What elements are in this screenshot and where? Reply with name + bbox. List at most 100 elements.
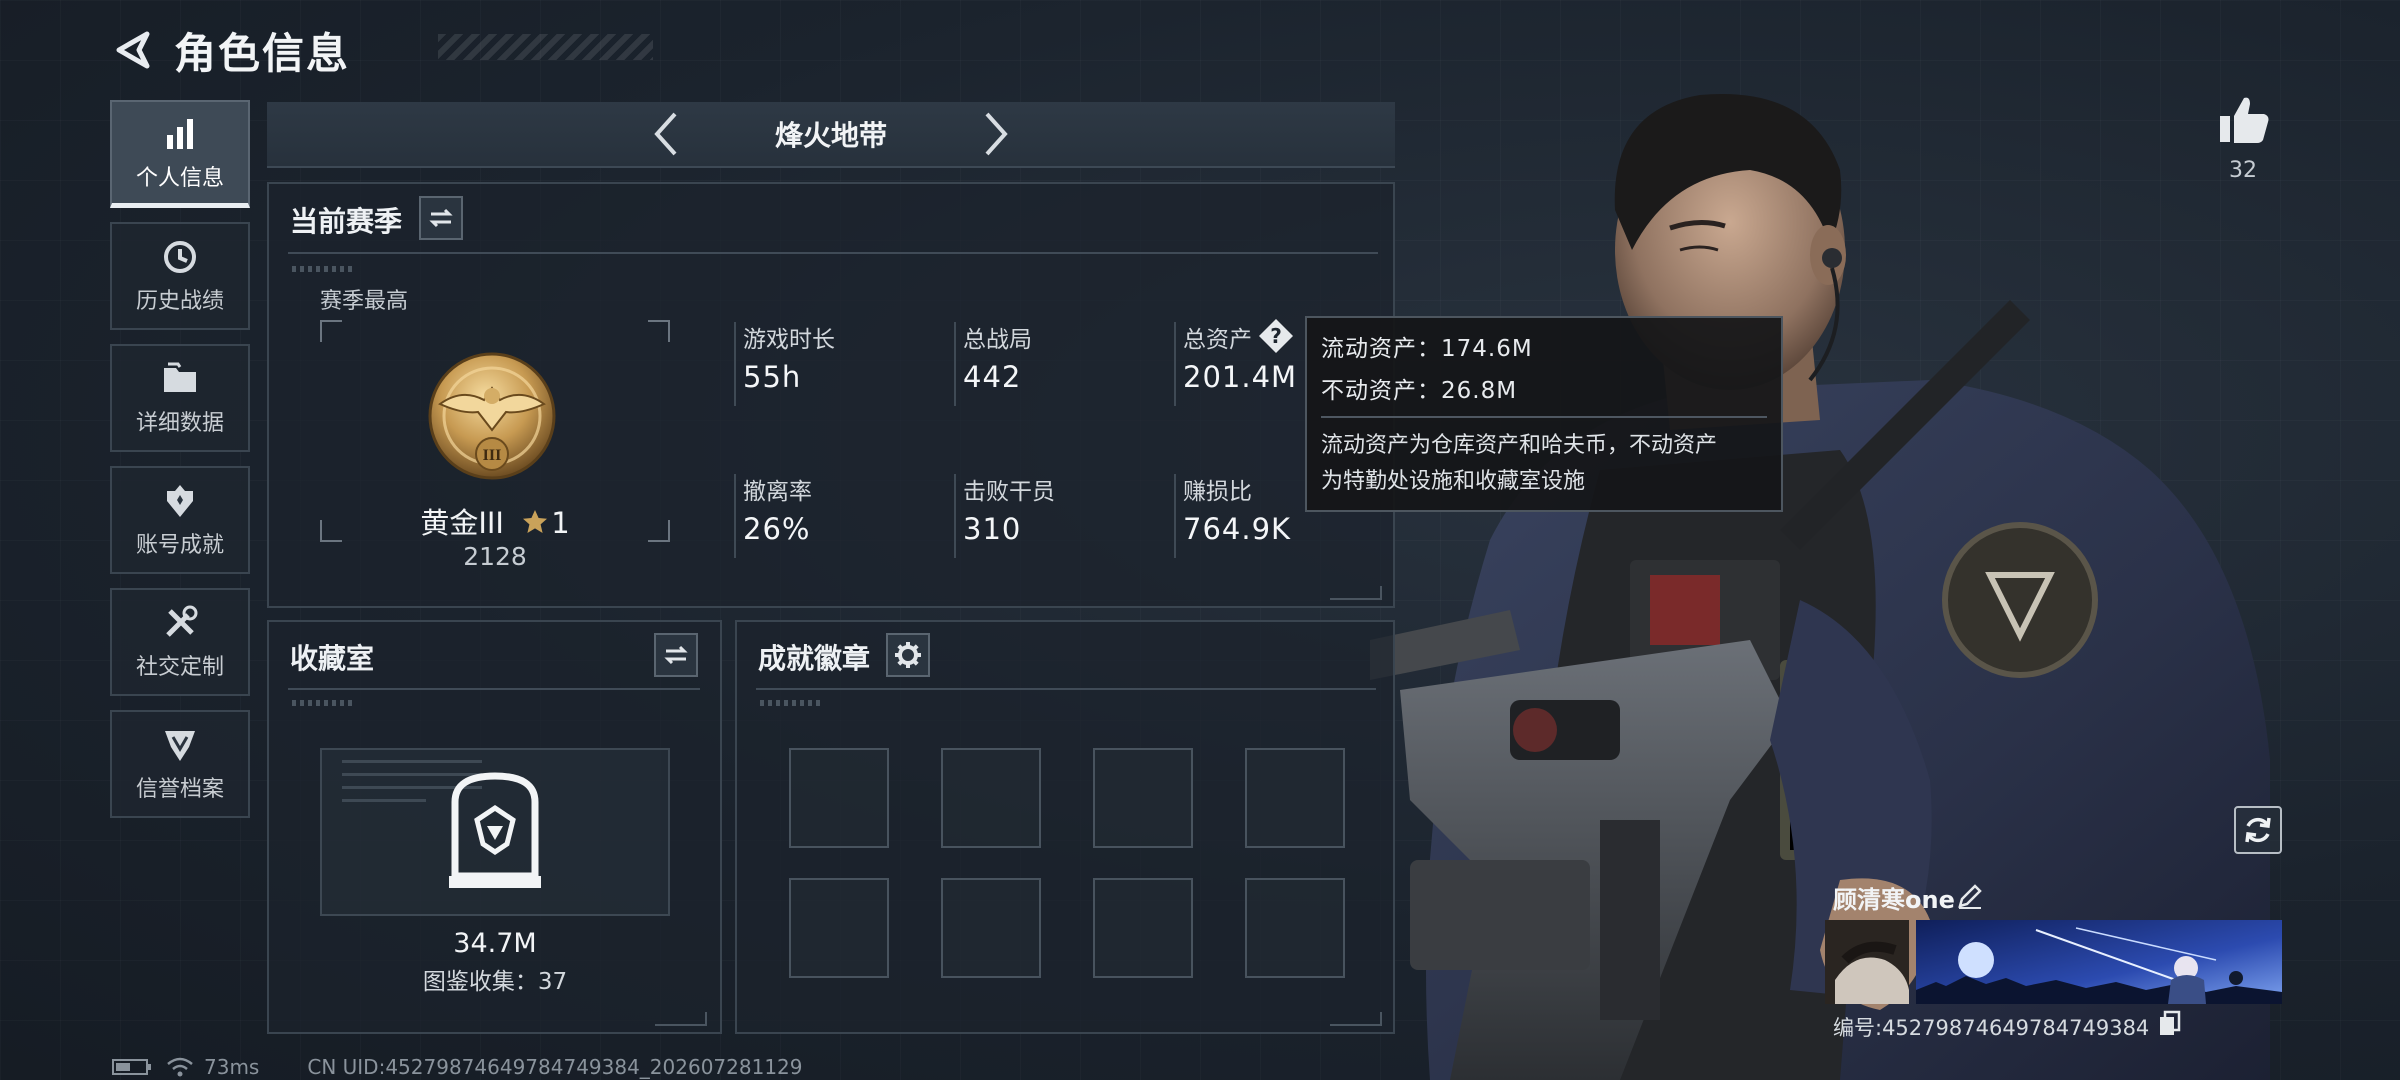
achievement-icon: [160, 481, 200, 521]
copy-icon: [2160, 1010, 2181, 1035]
sidebar-label: 社交定制: [135, 655, 224, 680]
rank-stars: 1: [551, 506, 570, 540]
folder-icon: [160, 359, 200, 399]
decoration: [655, 1012, 707, 1026]
pencil-icon: [1958, 884, 1982, 909]
sidebar-item-details[interactable]: 详细数据: [110, 344, 250, 452]
tooltip-liquid-assets: 流动资产：174.6M: [1321, 336, 1533, 362]
stat-value: 764.9K: [1183, 512, 1292, 546]
like-count: 32: [2229, 158, 2257, 183]
mode-next-button[interactable]: [971, 104, 1021, 164]
sidebar-item-achievements[interactable]: 账号成就: [110, 466, 250, 574]
display-case-icon: [449, 772, 541, 888]
divider: [1174, 474, 1176, 558]
history-icon: [160, 237, 200, 277]
divider: [1321, 416, 1767, 418]
stat-value: 310: [963, 512, 1022, 546]
stat-value: 26%: [743, 512, 811, 546]
sidebar-item-reputation[interactable]: 信誉档案: [110, 710, 250, 818]
mode-prev-button[interactable]: [641, 104, 691, 164]
badge-slot[interactable]: [1245, 878, 1345, 978]
collection-catalog: 图鉴收集：37: [422, 969, 568, 995]
badge-slot[interactable]: [789, 878, 889, 978]
collection-display[interactable]: [320, 748, 670, 916]
sidebar-item-social[interactable]: 社交定制: [110, 588, 250, 696]
badge-slot[interactable]: [1093, 878, 1193, 978]
sidebar-item-history[interactable]: 历史战绩: [110, 222, 250, 330]
badge-slot[interactable]: [1093, 748, 1193, 848]
back-arrow-icon: [116, 31, 150, 69]
divider: [288, 688, 700, 690]
decoration: [760, 700, 820, 706]
divider: [954, 322, 956, 406]
refresh-icon: [2245, 817, 2271, 843]
copy-id-button[interactable]: [2157, 1010, 2183, 1036]
badge-slot[interactable]: [1245, 748, 1345, 848]
tooltip-description-line: 为特勤处设施和收藏室设施: [1321, 469, 1586, 494]
character-model[interactable]: [1370, 0, 2300, 1080]
divider: [756, 688, 1376, 690]
stat-label: 总战局: [963, 327, 1032, 353]
collection-switch-button[interactable]: [654, 633, 698, 677]
decoration: [292, 700, 352, 706]
stat-value: 201.4M: [1183, 360, 1298, 394]
battery-icon: [112, 1059, 151, 1075]
stat-label: 游戏时长: [743, 327, 835, 353]
divider: [954, 474, 956, 558]
sidebar-label: 账号成就: [135, 533, 224, 558]
badges-settings-button[interactable]: [886, 633, 930, 677]
like-button[interactable]: [2216, 92, 2272, 148]
rank-score: 2128: [463, 542, 527, 571]
badge-slot[interactable]: [789, 748, 889, 848]
chevron-left-icon: [654, 112, 677, 156]
rank-name: 黄金III: [420, 506, 504, 540]
rotate-model-button[interactable]: [2234, 806, 2282, 854]
stat-label: 击败干员: [963, 479, 1055, 505]
player-id: 编号:4527987464978474938​4: [1833, 1016, 2150, 1040]
player-avatar[interactable]: [1825, 920, 1909, 1004]
divider: [1174, 322, 1176, 406]
tools-icon: [160, 603, 200, 643]
collection-value: 34.7M: [453, 928, 537, 959]
player-name: 顾清寒one: [1833, 886, 1955, 914]
ping: 73ms: [204, 1055, 260, 1079]
edit-name-button[interactable]: [1956, 882, 1984, 910]
stat-label: 赚损比: [1183, 479, 1252, 505]
badge-slot[interactable]: [941, 748, 1041, 848]
mode-name: 烽火地带: [774, 119, 887, 152]
swap-icon: [429, 208, 453, 228]
star-icon: [523, 510, 548, 533]
header: 角色信息: [108, 20, 653, 80]
stat-label: 撤离率: [743, 479, 812, 505]
gear-icon: [895, 642, 921, 668]
divider: [734, 474, 736, 558]
page-title: 角色信息: [174, 28, 351, 78]
sidebar-item-profile[interactable]: 个人信息: [110, 100, 250, 208]
rank-badge-numeral: III: [483, 447, 502, 464]
season-title: 当前赛季: [290, 205, 403, 238]
mode-selector: 烽火地带: [267, 102, 1395, 168]
svg-text:?: ?: [1270, 324, 1282, 348]
decoration: [1330, 586, 1382, 600]
banner-image: [1916, 920, 2282, 1004]
rank-name-row: 黄金III 1: [320, 500, 670, 542]
badges-title: 成就徽章: [758, 642, 871, 675]
sidebar-label: 个人信息: [135, 165, 224, 191]
divider: [734, 322, 736, 406]
player-banner[interactable]: [1916, 920, 2282, 1004]
sidebar: 个人信息 历史战绩 详细数据 账号成就 社交定制 信誉档案: [110, 100, 250, 832]
badge-slot[interactable]: [941, 878, 1041, 978]
sidebar-label: 详细数据: [135, 411, 224, 436]
help-icon[interactable]: ?: [1258, 318, 1294, 354]
back-button[interactable]: [108, 25, 158, 75]
chevron-right-icon: [985, 112, 1008, 156]
decoration: [292, 266, 352, 272]
stat-value: 442: [963, 360, 1022, 394]
sidebar-label: 信誉档案: [135, 777, 224, 802]
wifi-icon: [167, 1057, 193, 1077]
season-switch-button[interactable]: [419, 196, 463, 240]
uid-text: CN UID:45279874649784749384_202607281129: [307, 1055, 803, 1079]
shield-icon: [160, 725, 200, 765]
title-decoration: [438, 34, 653, 60]
assets-tooltip: 流动资产：174.6M 不动资产：26.8M 流动资产为仓库资产和哈夫币，不动资…: [1305, 316, 1783, 512]
